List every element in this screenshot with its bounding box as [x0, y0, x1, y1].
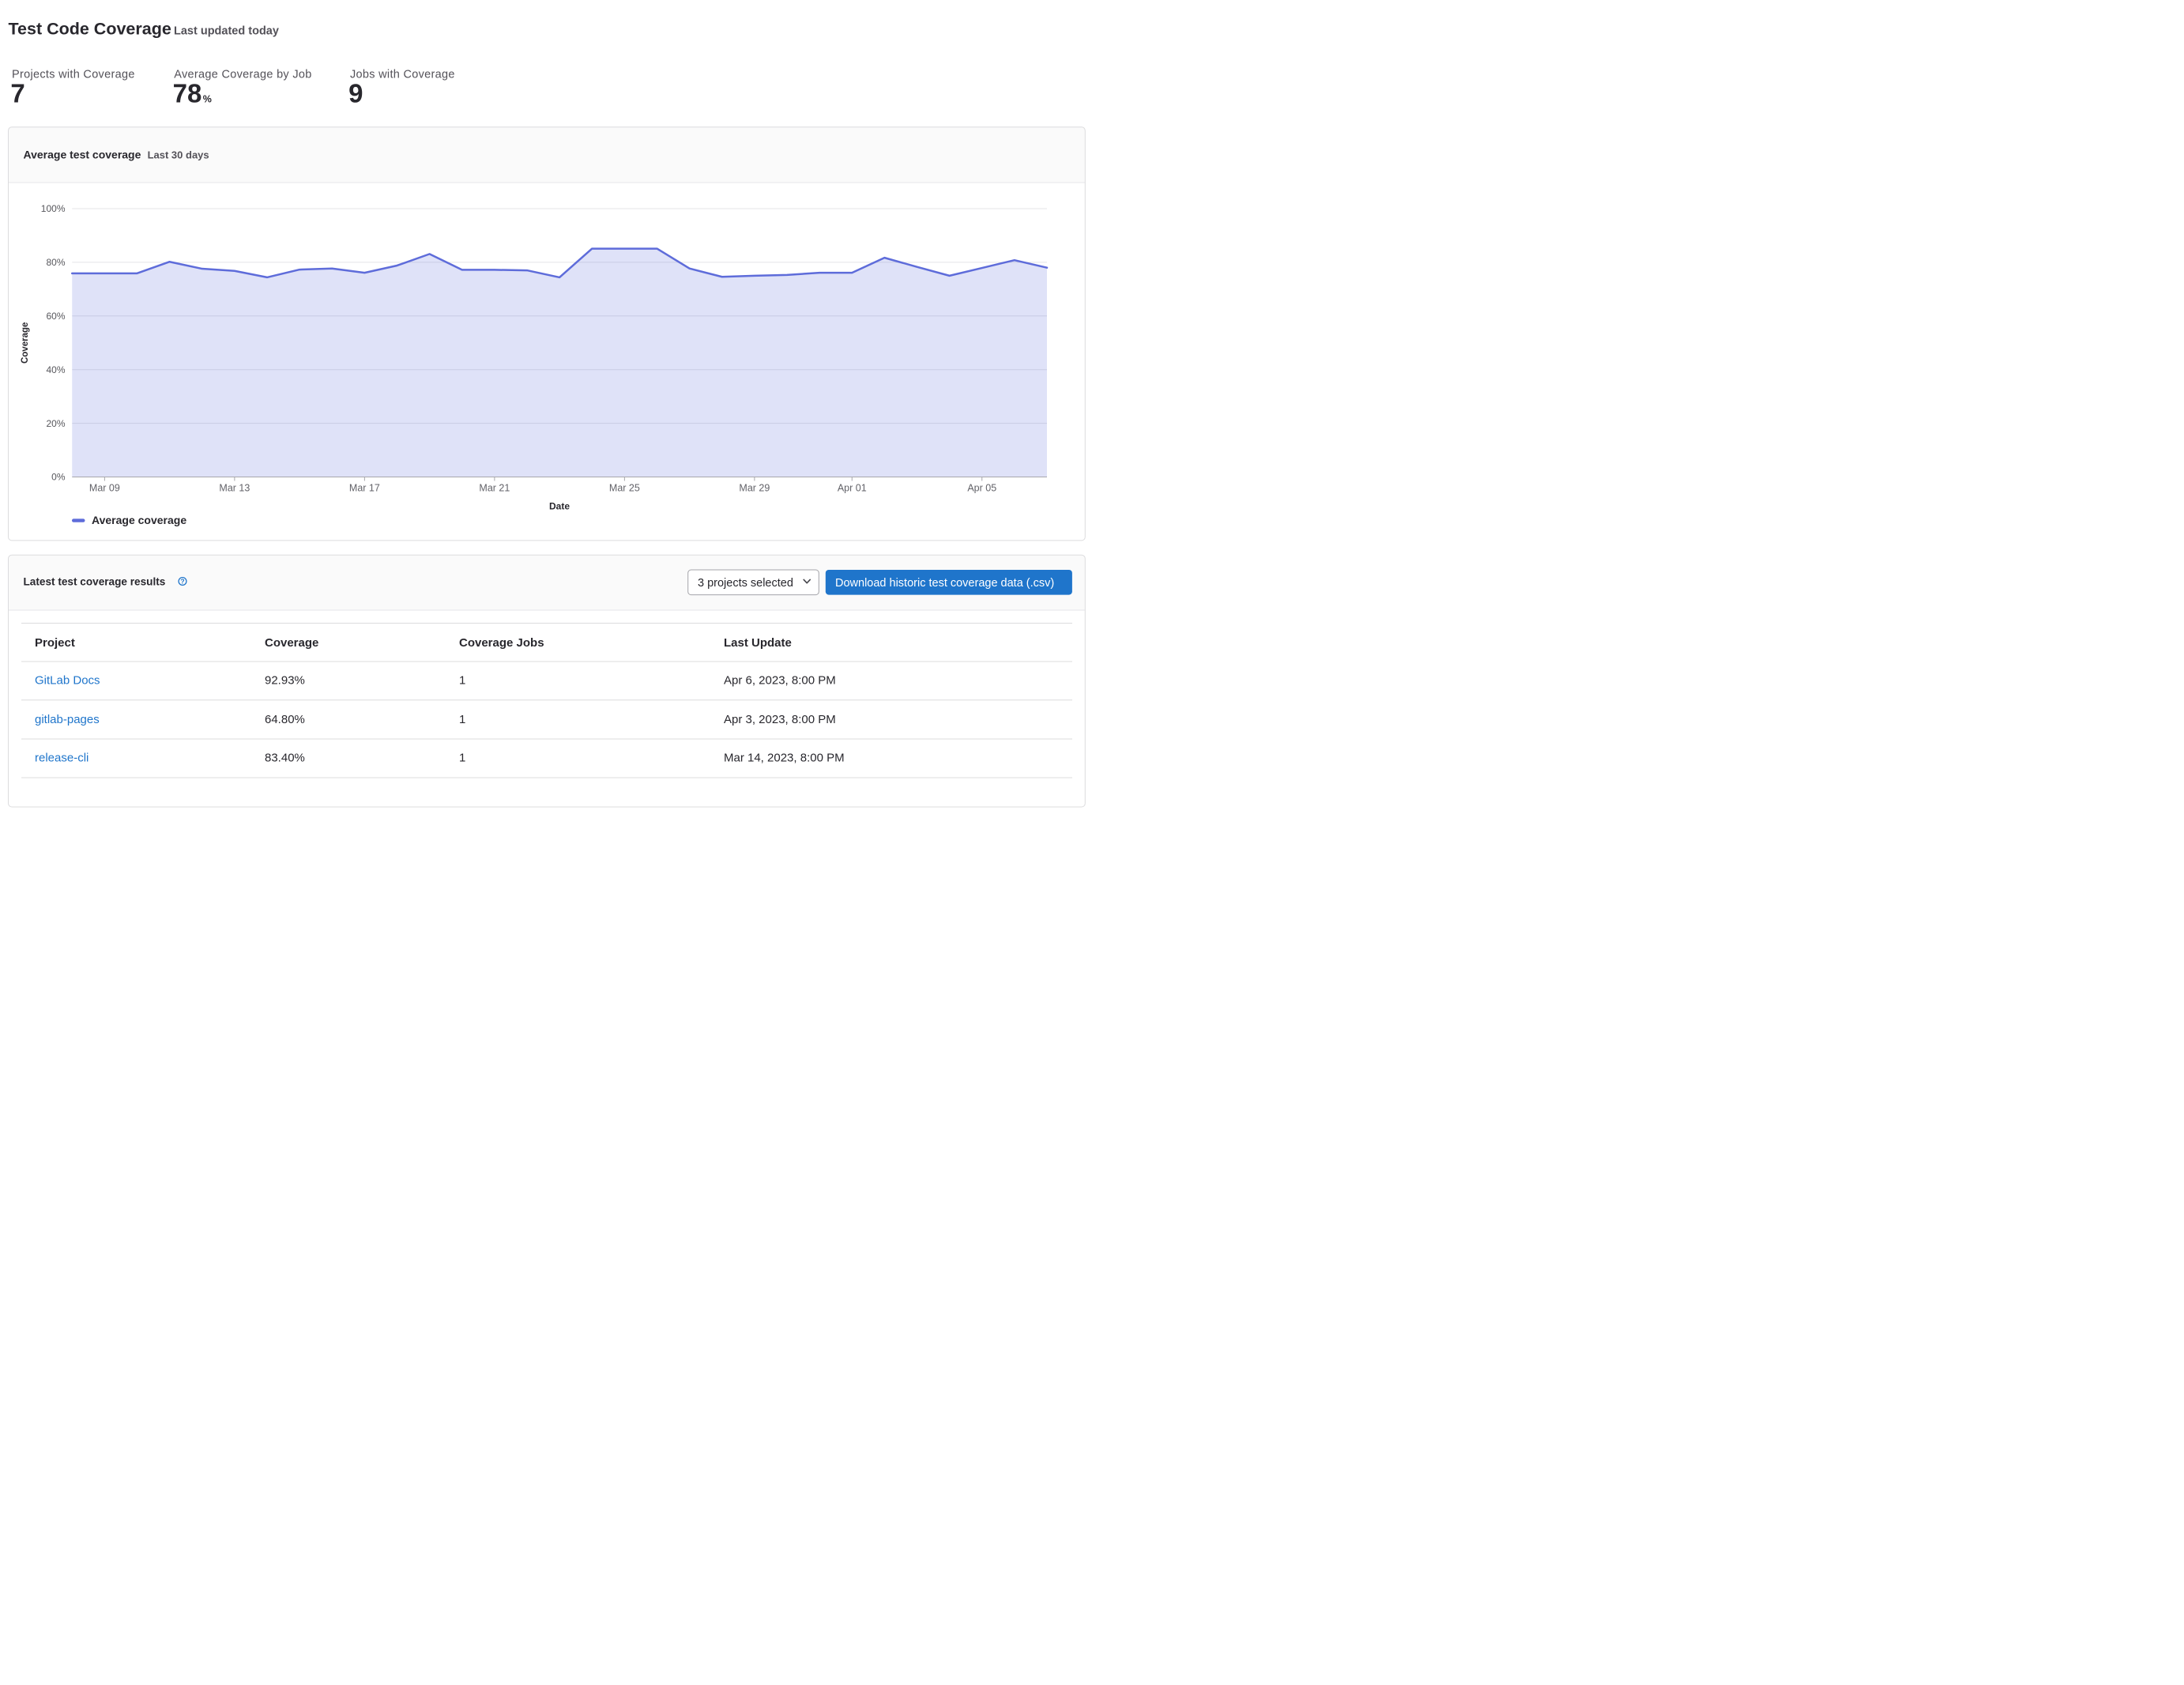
- svg-text:20%: 20%: [46, 418, 65, 429]
- svg-text:3 projects selected: 3 projects selected: [698, 577, 793, 590]
- svg-text:Projects with Coverage: Projects with Coverage: [12, 68, 135, 81]
- svg-text:Last Update: Last Update: [724, 636, 792, 650]
- svg-text:100%: 100%: [41, 203, 66, 214]
- svg-text:Mar 09: Mar 09: [89, 483, 120, 494]
- svg-text:Download historic test coverag: Download historic test coverage data (.c…: [835, 577, 1054, 590]
- svg-text:60%: 60%: [46, 311, 65, 322]
- svg-text:Latest test coverage results: Latest test coverage results: [24, 576, 166, 588]
- svg-text:GitLab Docs: GitLab Docs: [35, 674, 100, 688]
- svg-text:1: 1: [459, 713, 465, 726]
- svg-text:release-cli: release-cli: [35, 752, 88, 765]
- svg-text:78: 78: [173, 79, 202, 108]
- svg-text:Mar 21: Mar 21: [479, 483, 510, 494]
- svg-text:Mar 17: Mar 17: [349, 483, 380, 494]
- svg-text:Average test coverage: Average test coverage: [24, 149, 141, 161]
- svg-text:Last 30 days: Last 30 days: [148, 149, 209, 161]
- svg-text:Project: Project: [35, 636, 75, 650]
- svg-text:80%: 80%: [46, 257, 65, 268]
- svg-text:40%: 40%: [46, 364, 65, 375]
- svg-text:Coverage: Coverage: [21, 322, 30, 364]
- svg-text:gitlab-pages: gitlab-pages: [35, 713, 100, 726]
- svg-text:Test Code Coverage: Test Code Coverage: [9, 20, 171, 39]
- svg-text:64.80%: 64.80%: [265, 713, 305, 726]
- svg-text:Apr 3, 2023, 8:00 PM: Apr 3, 2023, 8:00 PM: [724, 713, 836, 726]
- svg-text:Last updated today: Last updated today: [174, 25, 279, 38]
- svg-text:Apr 05: Apr 05: [967, 483, 996, 494]
- svg-text:Apr 01: Apr 01: [838, 483, 867, 494]
- svg-text:Mar 25: Mar 25: [609, 483, 640, 494]
- svg-text:1: 1: [459, 752, 465, 765]
- svg-text:Apr 6, 2023, 8:00 PM: Apr 6, 2023, 8:00 PM: [724, 674, 836, 688]
- svg-text:Jobs with Coverage: Jobs with Coverage: [350, 68, 455, 81]
- svg-text:Mar 13: Mar 13: [219, 483, 250, 494]
- svg-text:92.93%: 92.93%: [265, 674, 305, 688]
- svg-text:0%: 0%: [51, 472, 66, 483]
- svg-text:1: 1: [459, 674, 465, 688]
- svg-text:Average coverage: Average coverage: [92, 514, 186, 526]
- svg-text:83.40%: 83.40%: [265, 752, 305, 765]
- svg-text:Mar 29: Mar 29: [739, 483, 770, 494]
- svg-text:?: ?: [180, 578, 184, 586]
- svg-text:Coverage Jobs: Coverage Jobs: [459, 636, 544, 650]
- svg-text:Date: Date: [549, 501, 570, 512]
- svg-text:Coverage: Coverage: [265, 636, 318, 650]
- svg-text:%: %: [203, 94, 212, 105]
- svg-text:9: 9: [348, 79, 363, 108]
- svg-text:Mar 14, 2023, 8:00 PM: Mar 14, 2023, 8:00 PM: [724, 752, 845, 765]
- svg-text:7: 7: [10, 79, 24, 108]
